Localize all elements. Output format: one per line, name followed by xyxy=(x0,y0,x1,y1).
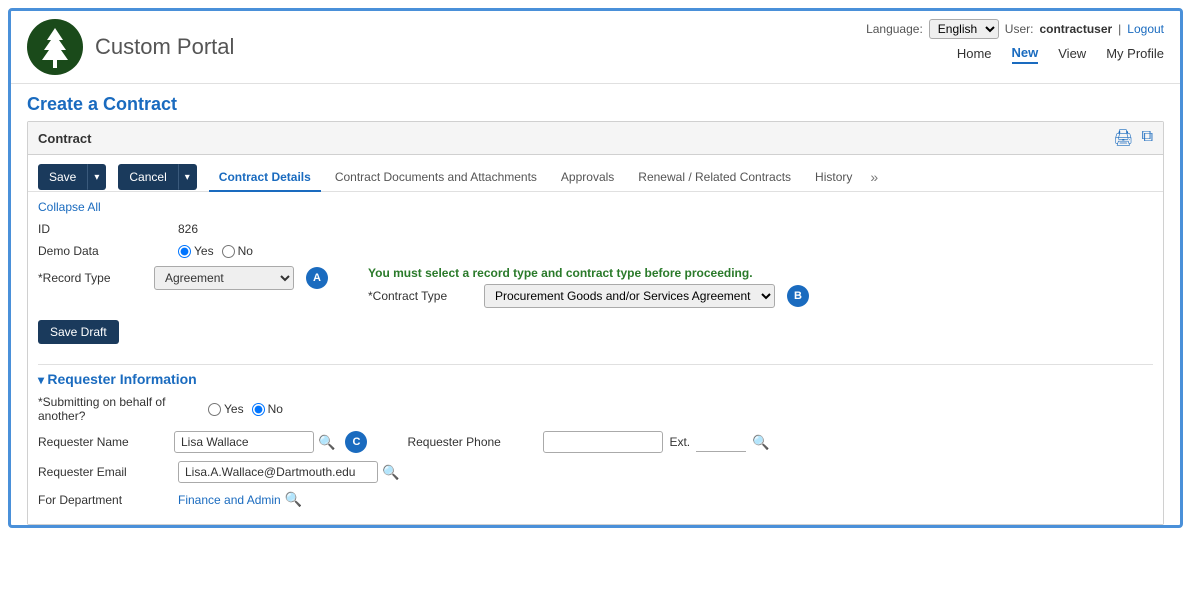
submitting-label: *Submitting on behalf of another? xyxy=(38,395,198,423)
requester-email-row: Requester Email 🔍 xyxy=(38,461,1153,483)
save-btn-group: Save ▾ xyxy=(38,164,106,190)
demo-data-yes-radio[interactable] xyxy=(178,245,191,258)
contract-type-row: *Contract Type Procurement Goods and/or … xyxy=(368,284,1153,308)
record-type-row: *Record Type Agreement A xyxy=(38,266,328,290)
requester-phone-group: Requester Phone Ext. 🔍 xyxy=(407,431,769,453)
nav-my-profile[interactable]: My Profile xyxy=(1106,46,1164,63)
save-draft-button[interactable]: Save Draft xyxy=(38,320,119,344)
demo-data-label: Demo Data xyxy=(38,244,168,258)
badge-a: A xyxy=(306,267,328,289)
tab-history[interactable]: History xyxy=(805,164,862,192)
requester-email-input-group: 🔍 xyxy=(178,461,399,483)
badge-b: B xyxy=(787,285,809,307)
ext-label: Ext. xyxy=(669,435,690,449)
submitting-yes-radio[interactable] xyxy=(208,403,221,416)
save-button[interactable]: Save xyxy=(38,164,87,190)
header: Custom Portal Language: English User: co… xyxy=(11,11,1180,84)
contract-section-title: Contract xyxy=(38,131,91,146)
for-dept-row: For Department Finance and Admin 🔍 xyxy=(38,491,1153,508)
share-icon[interactable]: ⧉ xyxy=(1142,128,1153,148)
save-draft-row: Save Draft xyxy=(38,316,1153,354)
badge-c: C xyxy=(345,431,367,453)
contract-section: Contract 🖨 ⧉ Save ▾ Cancel ▾ Contract xyxy=(27,121,1164,525)
header-right: Language: English User: contractuser | L… xyxy=(866,19,1164,64)
logo-container: Custom Portal xyxy=(27,19,234,75)
portal-title: Custom Portal xyxy=(95,34,234,60)
record-type-select[interactable]: Agreement xyxy=(154,266,294,290)
lang-label: Language: xyxy=(866,22,923,36)
ext-input[interactable] xyxy=(696,433,746,452)
tabs-row: Save ▾ Cancel ▾ Contract Details Contrac… xyxy=(28,155,1163,192)
requester-name-group: Requester Name 🔍 C xyxy=(38,431,367,453)
for-dept-search-icon[interactable]: 🔍 xyxy=(285,491,302,508)
content-area: Collapse All ID 826 Demo Data Yes No xyxy=(28,192,1163,524)
requester-email-input[interactable] xyxy=(178,461,378,483)
nav-new[interactable]: New xyxy=(1012,45,1039,64)
requester-name-phone-row: Requester Name 🔍 C Requester Phone Ext. … xyxy=(38,431,1153,453)
user-label: User: xyxy=(1005,22,1034,36)
separator: | xyxy=(1118,22,1121,36)
cancel-button[interactable]: Cancel xyxy=(118,164,177,190)
demo-data-no-label[interactable]: No xyxy=(222,244,253,258)
logo-icon xyxy=(27,19,83,75)
contract-type-col: You must select a record type and contra… xyxy=(368,266,1153,308)
requester-phone-input[interactable] xyxy=(543,431,663,453)
submitting-no-radio[interactable] xyxy=(252,403,265,416)
nav-bar: Home New View My Profile xyxy=(957,45,1164,64)
requester-phone-search-icon[interactable]: 🔍 xyxy=(752,434,769,451)
header-icons: 🖨 ⧉ xyxy=(1113,128,1153,148)
nav-view[interactable]: View xyxy=(1058,46,1086,63)
collapse-all-link[interactable]: Collapse All xyxy=(38,200,1153,214)
requester-email-search-icon[interactable]: 🔍 xyxy=(382,464,399,481)
record-type-label: *Record Type xyxy=(38,271,148,285)
submitting-yes-label[interactable]: Yes xyxy=(208,402,244,416)
page-title-bar: Create a Contract xyxy=(11,84,1180,121)
cancel-dropdown-button[interactable]: ▾ xyxy=(178,164,197,190)
for-dept-link[interactable]: Finance and Admin xyxy=(178,493,281,507)
requester-name-input-group: 🔍 C xyxy=(174,431,367,453)
for-dept-group: Finance and Admin 🔍 xyxy=(178,491,302,508)
logout-link[interactable]: Logout xyxy=(1127,22,1164,36)
demo-data-yes-label[interactable]: Yes xyxy=(178,244,214,258)
nav-home[interactable]: Home xyxy=(957,46,992,63)
lang-user-bar: Language: English User: contractuser | L… xyxy=(866,19,1164,39)
page-title: Create a Contract xyxy=(27,94,177,114)
id-value: 826 xyxy=(178,222,198,236)
for-dept-label: For Department xyxy=(38,493,168,507)
submitting-no-label[interactable]: No xyxy=(252,402,283,416)
demo-data-radio-group: Yes No xyxy=(178,244,253,258)
id-row: ID 826 xyxy=(38,222,1153,236)
tab-renewal-related[interactable]: Renewal / Related Contracts xyxy=(628,164,801,192)
submitting-row: *Submitting on behalf of another? Yes No xyxy=(38,395,1153,423)
warning-text: You must select a record type and contra… xyxy=(368,266,1153,280)
app-container: Custom Portal Language: English User: co… xyxy=(8,8,1183,528)
demo-data-no-radio[interactable] xyxy=(222,245,235,258)
contract-type-label: *Contract Type xyxy=(368,289,478,303)
requester-name-label: Requester Name xyxy=(38,435,168,449)
submitting-radio-group: Yes No xyxy=(208,402,283,416)
tab-more-button[interactable]: » xyxy=(866,163,882,191)
demo-data-row: Demo Data Yes No xyxy=(38,244,1153,258)
requester-name-input[interactable] xyxy=(174,431,314,453)
requester-phone-label: Requester Phone xyxy=(407,435,537,449)
save-dropdown-button[interactable]: ▾ xyxy=(87,164,106,190)
tab-approvals[interactable]: Approvals xyxy=(551,164,624,192)
tab-contract-documents[interactable]: Contract Documents and Attachments xyxy=(325,164,547,192)
requester-section-header[interactable]: Requester Information xyxy=(38,371,1153,387)
requester-name-search-icon[interactable]: 🔍 xyxy=(318,434,335,451)
id-label: ID xyxy=(38,222,168,236)
username: contractuser xyxy=(1039,22,1112,36)
tab-contract-details[interactable]: Contract Details xyxy=(209,164,321,192)
language-select[interactable]: English xyxy=(929,19,999,39)
requester-email-label: Requester Email xyxy=(38,465,168,479)
print-icon[interactable]: 🖨 xyxy=(1113,128,1133,148)
contract-type-select[interactable]: Procurement Goods and/or Services Agreem… xyxy=(484,284,775,308)
contract-section-header: Contract 🖨 ⧉ xyxy=(28,122,1163,155)
cancel-btn-group: Cancel ▾ xyxy=(118,164,196,190)
